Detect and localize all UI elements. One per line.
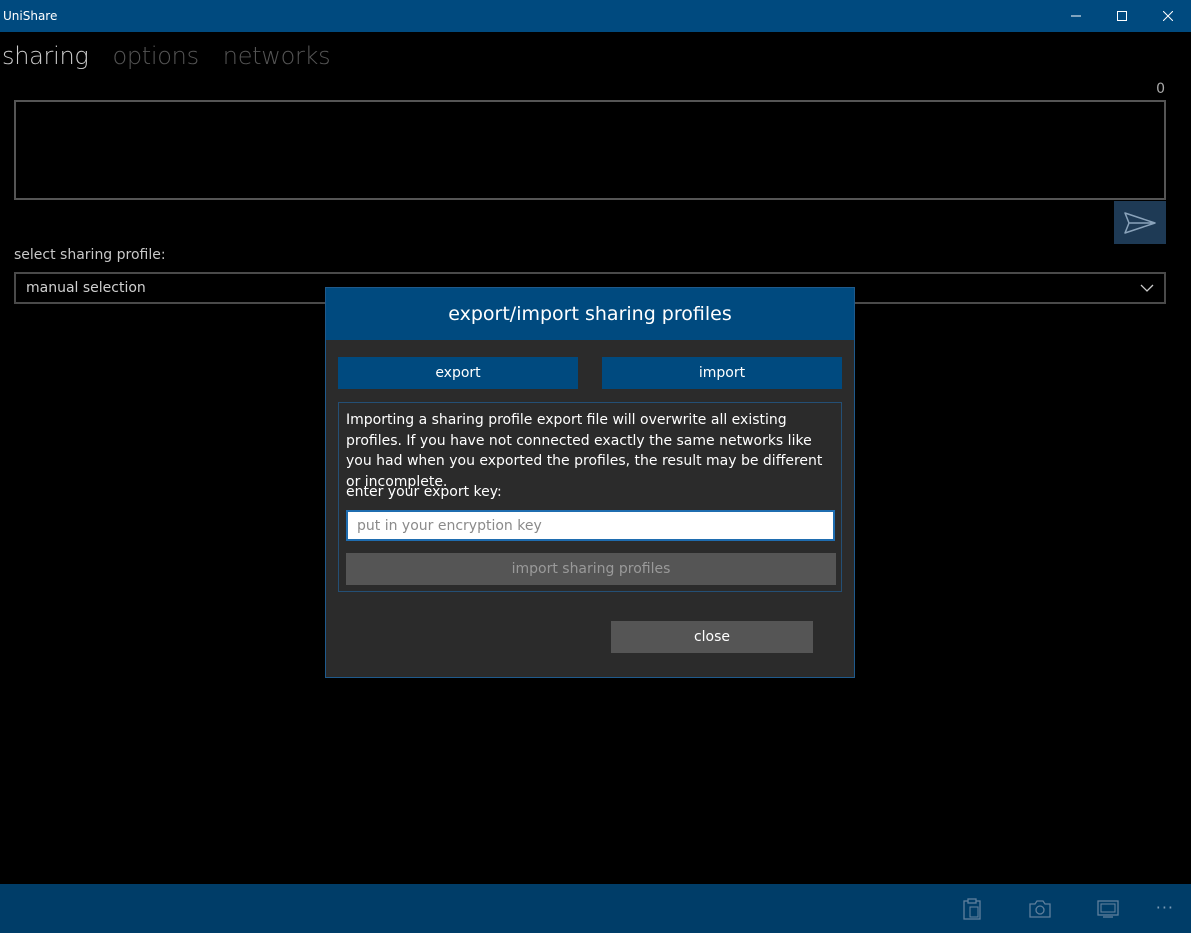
- bottom-app-bar: ···: [0, 884, 1191, 933]
- more-button[interactable]: ···: [1156, 898, 1174, 917]
- camera-button[interactable]: [1026, 896, 1054, 922]
- maximize-button[interactable]: [1099, 0, 1145, 32]
- screen-button[interactable]: [1094, 896, 1122, 922]
- import-sharing-profiles-button[interactable]: import sharing profiles: [346, 553, 836, 585]
- clipboard-button[interactable]: [958, 896, 986, 922]
- import-warning-text: Importing a sharing profile export file …: [346, 412, 823, 490]
- profile-selected-value: manual selection: [26, 280, 146, 296]
- title-bar: UniShare: [0, 0, 1191, 32]
- profile-label: select sharing profile:: [14, 247, 166, 263]
- close-window-button[interactable]: [1145, 0, 1191, 32]
- minimize-button[interactable]: [1053, 0, 1099, 32]
- close-icon: [1163, 11, 1173, 21]
- window-controls: [1053, 0, 1191, 32]
- pivot-tabs: sharing options networks: [2, 42, 331, 70]
- export-key-label: enter your export key:: [346, 484, 502, 500]
- send-icon: [1124, 211, 1156, 234]
- camera-icon: [1029, 900, 1051, 918]
- clipboard-icon: [963, 898, 981, 920]
- chevron-down-icon: [1140, 284, 1154, 292]
- window-title: UniShare: [3, 9, 58, 23]
- tab-options[interactable]: options: [112, 42, 199, 70]
- message-input[interactable]: [14, 100, 1166, 200]
- char-counter: 0: [1156, 81, 1165, 97]
- export-button[interactable]: export: [338, 357, 578, 389]
- encryption-key-input[interactable]: [346, 510, 835, 541]
- import-button[interactable]: import: [602, 357, 842, 389]
- minimize-icon: [1071, 15, 1081, 17]
- tab-networks[interactable]: networks: [223, 42, 331, 70]
- import-panel: Importing a sharing profile export file …: [338, 402, 842, 592]
- dialog-title: export/import sharing profiles: [326, 288, 854, 340]
- maximize-icon: [1117, 11, 1127, 21]
- tab-sharing[interactable]: sharing: [2, 42, 89, 70]
- send-button[interactable]: [1114, 201, 1166, 244]
- screen-icon: [1097, 900, 1119, 918]
- export-import-dialog: export/import sharing profiles export im…: [325, 287, 855, 678]
- close-button[interactable]: close: [611, 621, 813, 653]
